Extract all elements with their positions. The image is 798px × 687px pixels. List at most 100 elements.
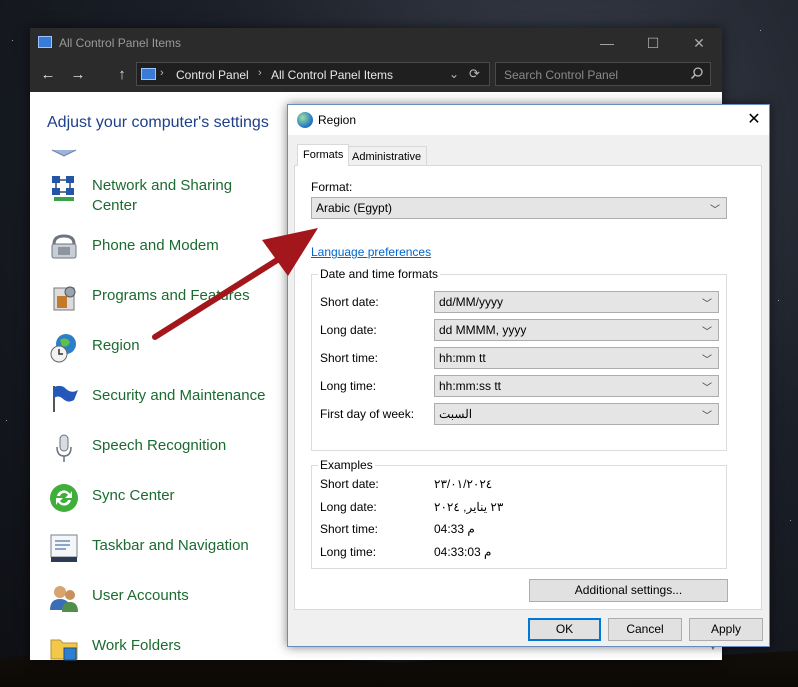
tab-formats[interactable]: Formats — [297, 144, 350, 166]
cp-item-label: Programs and Features — [92, 287, 250, 304]
chevron-down-icon: ﹀ — [702, 411, 712, 422]
cp-item-speech-recognition[interactable]: Speech Recognition — [48, 430, 288, 470]
search-placeholder: Search Control Panel — [504, 68, 619, 82]
address-toolbar: ← → ↑ › Control Panel › All Control Pane… — [30, 58, 722, 92]
up-arrow-icon[interactable]: ↑ — [112, 66, 132, 84]
group-title: Date and time formats — [318, 267, 441, 281]
tab-administrative[interactable]: Administrative — [346, 146, 428, 165]
cp-item-label: Sync Center — [92, 487, 175, 504]
cp-item-user-accounts[interactable]: User Accounts — [48, 580, 288, 620]
background-star — [12, 40, 13, 41]
background-star — [760, 30, 761, 31]
example-long-date-value: ٢٣ يناير, ٢٠٢٤ — [434, 500, 504, 514]
search-input[interactable]: Search Control Panel — [495, 62, 711, 86]
users-icon — [50, 586, 78, 612]
long-time-select[interactable]: hh:mm:ss tt ﹀ — [434, 375, 719, 397]
flag-icon — [53, 385, 78, 412]
long-date-label: Long date: — [320, 323, 377, 337]
cp-item-label: Region — [92, 337, 140, 354]
phone-icon — [51, 234, 77, 259]
dialog-close-button[interactable]: ✕ — [742, 108, 766, 132]
close-button[interactable]: ✕ — [684, 32, 714, 54]
short-date-select[interactable]: dd/MM/yyyy ﹀ — [434, 291, 719, 313]
short-time-label: Short time: — [320, 351, 379, 365]
chevron-down-icon[interactable]: ⌄ — [449, 67, 459, 81]
long-time-label: Long time: — [320, 379, 377, 393]
cp-item-label: Phone and Modem — [92, 237, 219, 254]
format-select-value: Arabic (Egypt) — [316, 201, 393, 215]
long-date-select[interactable]: dd MMMM, yyyy ﹀ — [434, 319, 719, 341]
example-long-time-label: Long time: — [320, 545, 377, 559]
first-day-select[interactable]: السبت ﹀ — [434, 403, 719, 425]
breadcrumb-separator: › — [258, 67, 262, 79]
microphone-icon — [56, 434, 72, 462]
language-preferences-link[interactable]: Language preferences — [311, 245, 431, 259]
examples-group: Examples Short date: ٢٣/٠١/٢٠٢٤ Long dat… — [311, 458, 727, 569]
folder-icon — [50, 639, 78, 661]
example-short-time-value: 04:33 م — [434, 522, 475, 536]
example-long-date-label: Long date: — [320, 500, 377, 514]
cp-item-sync-center[interactable]: Sync Center — [48, 480, 288, 520]
ok-button[interactable]: OK — [528, 618, 601, 641]
group-title: Examples — [318, 458, 375, 472]
dialog-title-bar: Region ✕ — [288, 105, 769, 135]
region-dialog: Region ✕ Formats Administrative Format: … — [287, 104, 770, 647]
first-day-value: السبت — [439, 407, 473, 421]
forward-arrow-icon[interactable]: → — [68, 66, 88, 84]
partial-item-icon — [51, 149, 77, 157]
example-long-time-value: 04:33:03 م — [434, 545, 492, 559]
sync-icon — [50, 484, 78, 512]
chevron-down-icon: ﹀ — [702, 383, 712, 394]
cp-item-work-folders[interactable]: Work Folders — [48, 630, 288, 670]
cp-item-network-sharing[interactable]: Network and Sharing Center — [48, 170, 288, 214]
additional-settings-button[interactable]: Additional settings... — [529, 579, 728, 602]
cp-item-phone-modem[interactable]: Phone and Modem — [48, 230, 288, 270]
cp-item-label: Speech Recognition — [92, 437, 227, 454]
chevron-down-icon: ﹀ — [702, 355, 712, 366]
first-day-label: First day of week: — [320, 407, 415, 421]
cp-item-label: Security and Maintenance — [92, 387, 266, 404]
datetime-formats-group: Date and time formats Short date: dd/MM/… — [311, 267, 727, 451]
short-date-value: dd/MM/yyyy — [439, 295, 504, 309]
cancel-button[interactable]: Cancel — [608, 618, 682, 641]
formats-panel: Format: Arabic (Egypt) ﹀ Language prefer… — [294, 165, 762, 610]
long-date-value: dd MMMM, yyyy — [439, 323, 527, 337]
search-icon — [690, 67, 703, 80]
title-bar: All Control Panel Items — ☐ ✕ — [30, 28, 722, 58]
short-time-select[interactable]: hh:mm tt ﹀ — [434, 347, 719, 369]
chevron-down-icon: ﹀ — [702, 327, 712, 338]
example-short-date-label: Short date: — [320, 477, 379, 491]
cp-item-security-maintenance[interactable]: Security and Maintenance — [48, 380, 288, 420]
cp-item-taskbar-navigation[interactable]: Taskbar and Navigation — [48, 530, 288, 570]
control-panel-icon — [141, 68, 156, 80]
short-date-label: Short date: — [320, 295, 379, 309]
globe-clock-icon — [50, 334, 76, 363]
short-time-value: hh:mm tt — [439, 351, 486, 365]
maximize-button[interactable]: ☐ — [638, 32, 668, 54]
cp-item-region[interactable]: Region — [48, 330, 288, 370]
page-title: Adjust your computer's settings — [47, 114, 269, 131]
chevron-down-icon: ﹀ — [702, 299, 712, 310]
breadcrumb-all-items[interactable]: All Control Panel Items — [271, 68, 393, 82]
cp-item-programs-features[interactable]: Programs and Features — [48, 280, 288, 320]
refresh-icon[interactable]: ⟳ — [469, 66, 480, 82]
taskbar-icon — [50, 534, 78, 562]
dialog-title: Region — [318, 113, 357, 127]
format-select[interactable]: Arabic (Egypt) ﹀ — [311, 197, 727, 219]
example-short-time-label: Short time: — [320, 522, 379, 536]
background-star — [778, 300, 779, 301]
breadcrumb-control-panel[interactable]: Control Panel — [176, 68, 249, 82]
back-arrow-icon[interactable]: ← — [38, 66, 58, 84]
chevron-down-icon: ﹀ — [710, 205, 720, 216]
apply-button[interactable]: Apply — [689, 618, 763, 641]
address-bar[interactable]: › Control Panel › All Control Panel Item… — [136, 62, 490, 86]
cp-item-label: Taskbar and Navigation — [92, 537, 249, 554]
cp-item-label: User Accounts — [92, 587, 189, 604]
long-time-value: hh:mm:ss tt — [439, 379, 502, 393]
minimize-button[interactable]: — — [592, 32, 622, 54]
cp-item-label: Network and Sharing Center — [92, 177, 233, 214]
breadcrumb-separator: › — [160, 67, 164, 79]
format-label: Format: — [311, 180, 353, 194]
example-short-date-value: ٢٣/٠١/٢٠٢٤ — [434, 477, 493, 491]
programs-icon — [53, 286, 76, 311]
